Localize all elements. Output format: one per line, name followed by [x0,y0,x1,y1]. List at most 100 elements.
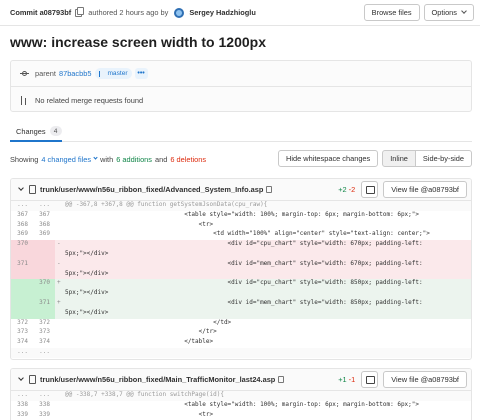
old-line-number[interactable]: 371 [11,259,33,270]
code-text: </table> [65,338,214,346]
file-path[interactable]: trunk/user/www/n56u_ribbon_fixed/Advance… [40,185,263,194]
diff-line[interactable]: 339 339 <tr> [11,411,471,420]
new-line-number[interactable] [33,289,55,299]
diff-line[interactable]: ...... [11,347,471,358]
author-link[interactable]: Sergey Hadzhioglu [189,8,256,17]
new-line-number[interactable] [33,240,55,250]
new-line-number[interactable] [33,308,55,319]
diff-line[interactable]: 338 338 <table style="width: 100%; margin… [11,401,471,411]
new-line-number[interactable]: 372 [33,319,55,329]
diff-line[interactable]: 368 368 <tr> [11,221,471,231]
diff-line[interactable]: 5px;"></div> [11,269,471,280]
view-file-button[interactable]: View file @a08793bf [383,181,467,198]
commit-header-bar: Commit a08793bf authored 2 hours ago by … [0,0,480,26]
new-line-number[interactable]: 371 [33,298,55,309]
old-line-number[interactable]: 372 [11,319,33,329]
changed-files-label: 4 changed files [41,154,92,164]
diff-file: trunk/user/www/n56u_ribbon_fixed/Advance… [10,178,472,360]
new-line-number[interactable]: ... [33,348,55,358]
hide-whitespace-button[interactable]: Hide whitespace changes [278,150,379,167]
chevron-down-icon[interactable] [18,375,24,381]
authored-text: authored 2 hours ago by [88,8,169,17]
view-mode-toggle: Inline Side-by-side [382,150,472,167]
old-line-number[interactable] [11,308,33,319]
old-line-number[interactable]: 374 [11,338,33,348]
diff-file-header[interactable]: trunk/user/www/n56u_ribbon_fixed/Main_Tr… [11,369,471,391]
diff-line[interactable]: 374 374 </table> [11,338,471,348]
old-line-number[interactable] [11,269,33,280]
new-line-number[interactable]: 338 [33,401,55,411]
parent-label: parent [35,69,56,78]
copy-icon[interactable] [75,6,85,17]
diff-file-header[interactable]: trunk/user/www/n56u_ribbon_fixed/Advance… [11,179,471,201]
more-branches-button[interactable]: ••• [134,68,148,79]
diff-sign [55,411,65,420]
and-text: and [154,154,168,164]
tab-bar: Changes 4 [10,120,472,142]
new-line-number[interactable]: 373 [33,328,55,338]
options-dropdown[interactable]: Options [423,4,474,21]
old-line-number[interactable]: 338 [11,401,33,411]
new-line-number[interactable]: 368 [33,221,55,231]
old-line-number[interactable]: ... [11,348,33,358]
diff-line[interactable]: 373 373 </tr> [11,328,471,338]
old-line-number[interactable]: 339 [11,411,33,420]
chevron-down-icon[interactable] [18,185,24,191]
diff-line[interactable]: 5px;"></div> [11,308,471,319]
new-line-number[interactable]: 370 [33,279,55,290]
with-text: with [100,154,114,164]
avatar[interactable] [174,7,185,18]
browse-files-button[interactable]: Browse files [363,4,420,21]
diff-sign [55,309,65,319]
new-line-number[interactable]: 374 [33,338,55,348]
side-by-side-button[interactable]: Side-by-side [415,150,472,167]
diff-line[interactable]: 5px;"></div> [11,289,471,299]
old-line-number[interactable] [11,279,33,290]
old-line-number[interactable]: 367 [11,211,33,221]
copy-icon[interactable] [278,376,285,383]
inline-view-button[interactable]: Inline [382,150,416,167]
old-line-number[interactable]: ... [11,391,33,401]
diff-line[interactable]: 369 369 <td width="100%" align="center" s… [11,230,471,240]
changed-files-dropdown[interactable]: 4 changed files [41,155,91,164]
diff-line[interactable]: 372 372 </td> [11,319,471,329]
diff-line[interactable]: 367 367 <table style="width: 100%; margin… [11,211,471,221]
diff-line[interactable]: 371 + <div id="mem_chart" style="width: 8… [11,298,471,309]
code-text: 5px;"></div> [65,289,109,297]
new-line-number[interactable]: 369 [33,230,55,240]
file-deletions: -2 [348,185,356,194]
old-line-number[interactable] [11,289,33,299]
diff-sign: - [57,240,61,248]
diff-line[interactable]: ...... @@ -367,8 +367,8 @@ function getSy… [11,201,471,211]
old-line-number[interactable]: 370 [11,240,33,250]
new-line-number[interactable] [33,249,55,260]
view-file-button[interactable]: View file @a08793bf [383,371,467,388]
old-line-number[interactable]: ... [11,201,33,211]
diff-line[interactable]: ...... @@ -338,7 +338,7 @@ function switc… [11,391,471,401]
diff-line[interactable]: 5px;"></div> [11,249,471,260]
diff-line[interactable]: 370 - <div id="cpu_chart" style="width: 6… [11,240,471,250]
comment-button[interactable] [361,371,379,388]
diff-line[interactable]: 370 + <div id="cpu_chart" style="width: 8… [11,279,471,290]
branch-badge[interactable]: master [95,68,132,79]
new-line-number[interactable]: 339 [33,411,55,420]
file-path[interactable]: trunk/user/www/n56u_ribbon_fixed/Main_Tr… [40,375,275,384]
comment-button[interactable] [361,181,379,198]
new-line-number[interactable]: ... [33,201,55,211]
old-line-number[interactable] [11,298,33,309]
new-line-number[interactable]: ... [33,391,55,401]
parent-sha-link[interactable]: 87bacbb5 [59,69,91,78]
new-line-number[interactable]: 367 [33,211,55,221]
code-text: <tr> [65,220,214,228]
old-line-number[interactable]: 373 [11,328,33,338]
copy-icon[interactable] [266,186,273,193]
old-line-number[interactable]: 368 [11,221,33,231]
new-line-number[interactable] [33,259,55,270]
tab-changes[interactable]: Changes 4 [16,120,62,142]
diff-lines: ...... @@ -367,8 +367,8 @@ function getSy… [11,201,471,358]
new-line-number[interactable] [33,269,55,280]
old-line-number[interactable]: 369 [11,230,33,240]
diff-line[interactable]: 371 - <div id="mem_chart" style="width: 6… [11,259,471,270]
old-line-number[interactable] [11,249,33,260]
code-text: <table style="width: 100%; margin-top: 6… [65,210,420,218]
